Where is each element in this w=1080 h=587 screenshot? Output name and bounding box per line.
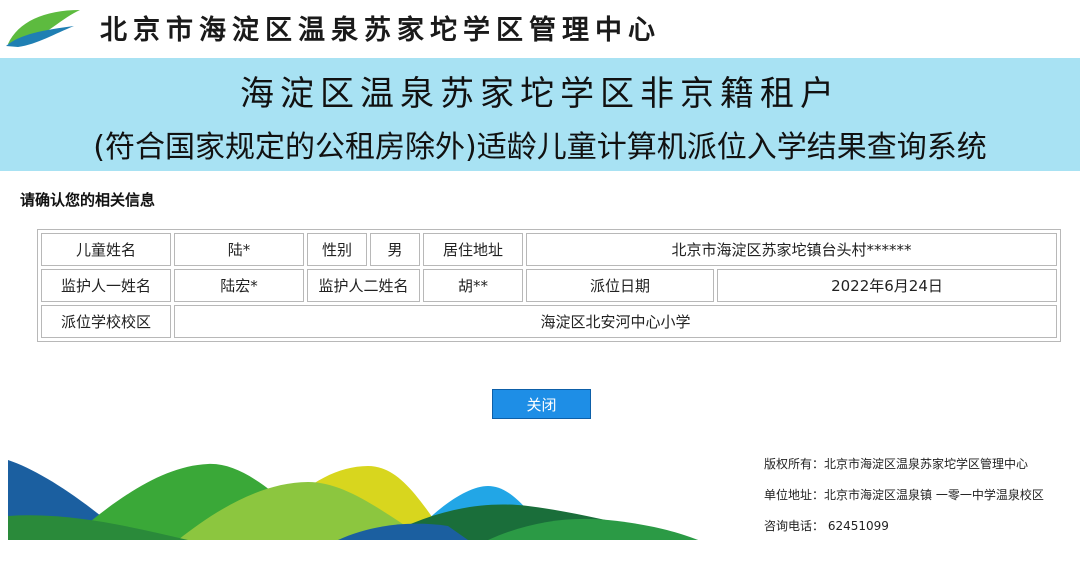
school-label: 派位学校校区 xyxy=(41,305,171,338)
top-header: 北京市海淀区温泉苏家坨学区管理中心 xyxy=(0,0,1080,52)
leaf-logo-icon xyxy=(6,10,80,47)
footer-info: 版权所有：北京市海淀区温泉苏家坨学区管理中心 单位地址：北京市海淀区温泉镇 一零… xyxy=(764,456,1044,549)
guardian2-value: 胡** xyxy=(423,269,523,302)
footer-address: 单位地址：北京市海淀区温泉镇 一零一中学温泉校区 xyxy=(764,488,1044,502)
assignment-date-value: 2022年6月24日 xyxy=(717,269,1057,302)
close-button[interactable]: 关闭 xyxy=(492,389,591,419)
table-row: 儿童姓名 陆* 性别 男 居住地址 北京市海淀区苏家坨镇台头村****** xyxy=(41,233,1057,266)
gender-value: 男 xyxy=(370,233,420,266)
org-name: 北京市海淀区温泉苏家坨学区管理中心 xyxy=(100,15,661,46)
school-value: 海淀区北安河中心小学 xyxy=(174,305,1057,338)
hills-decoration-icon xyxy=(8,460,698,540)
guardian1-value: 陆宏* xyxy=(174,269,304,302)
guardian1-label: 监护人一姓名 xyxy=(41,269,171,302)
page-title: 海淀区温泉苏家坨学区非京籍租户 xyxy=(240,74,840,114)
address-label: 居住地址 xyxy=(423,233,523,266)
title-banner: 海淀区温泉苏家坨学区非京籍租户 (符合国家规定的公租房除外)适龄儿童计算机派位入… xyxy=(0,58,1080,171)
table-row: 派位学校校区 海淀区北安河中心小学 xyxy=(41,305,1057,338)
gender-label: 性别 xyxy=(307,233,367,266)
address-value: 北京市海淀区苏家坨镇台头村****** xyxy=(526,233,1057,266)
page-subtitle: (符合国家规定的公租房除外)适龄儿童计算机派位入学结果查询系统 xyxy=(93,130,987,165)
table-row: 监护人一姓名 陆宏* 监护人二姓名 胡** 派位日期 2022年6月24日 xyxy=(41,269,1057,302)
footer-phone: 咨询电话： 62451099 xyxy=(764,519,889,533)
child-name-value: 陆* xyxy=(174,233,304,266)
info-table: 儿童姓名 陆* 性别 男 居住地址 北京市海淀区苏家坨镇台头村****** 监护… xyxy=(37,229,1061,342)
footer-copyright: 版权所有：北京市海淀区温泉苏家坨学区管理中心 xyxy=(764,457,1029,471)
assignment-date-label: 派位日期 xyxy=(526,269,714,302)
confirm-info-label: 请确认您的相关信息 xyxy=(20,191,156,209)
guardian2-label: 监护人二姓名 xyxy=(307,269,420,302)
child-name-label: 儿童姓名 xyxy=(41,233,171,266)
page: 北京市海淀区温泉苏家坨学区管理中心 海淀区温泉苏家坨学区非京籍租户 (符合国家规… xyxy=(0,0,1080,587)
